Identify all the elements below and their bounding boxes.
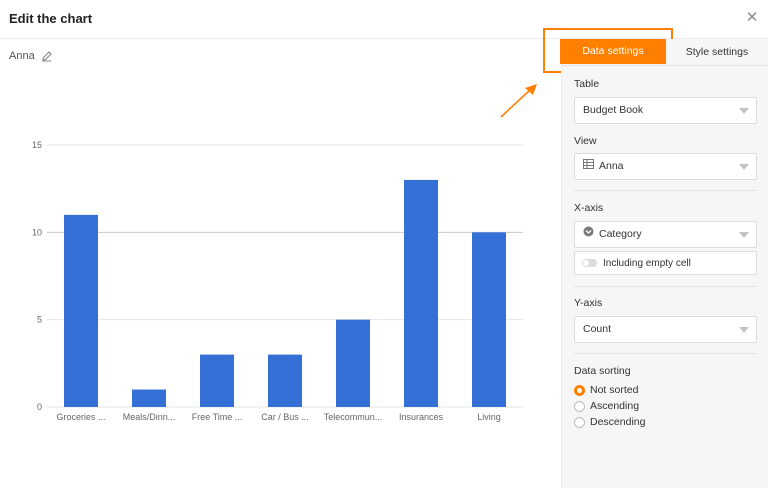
table-value: Budget Book — [583, 104, 644, 116]
x-tick-label: Groceries ... — [56, 412, 105, 422]
x-tick-label: Insurances — [399, 412, 444, 422]
x-tick-label: Free Time ... — [192, 412, 243, 422]
radio-ascending[interactable]: Ascending — [574, 400, 639, 412]
chart-name-row: Anna — [9, 50, 53, 62]
single-select-icon — [583, 222, 594, 247]
table-label: Table — [574, 78, 600, 90]
radio-label: Not sorted — [590, 384, 639, 396]
bars — [64, 179, 506, 407]
bar[interactable] — [472, 232, 506, 407]
chevron-down-icon — [739, 327, 749, 333]
x-tick-label: Telecommun... — [324, 412, 383, 422]
y-tick-label: 5 — [37, 315, 42, 325]
radio-button[interactable] — [574, 400, 585, 412]
close-icon[interactable]: ✕ — [745, 10, 759, 26]
x-tick-label: Car / Bus ... — [261, 412, 309, 422]
xaxis-value: Category — [599, 228, 642, 240]
x-tick-label: Living — [477, 412, 501, 422]
divider — [574, 286, 757, 287]
view-select[interactable]: Anna — [574, 153, 757, 180]
view-label: View — [574, 135, 597, 147]
pointer-arrow — [500, 84, 537, 118]
table-select[interactable]: Budget Book — [574, 97, 757, 124]
yaxis-select[interactable]: Count — [574, 316, 757, 343]
xaxis-select[interactable]: Category — [574, 221, 757, 248]
empty-cell-label: Including empty cell — [603, 257, 691, 269]
yaxis-value: Count — [583, 323, 612, 335]
x-tick-label: Meals/Dinn... — [123, 412, 176, 422]
chevron-down-icon — [739, 164, 749, 170]
bar[interactable] — [64, 214, 98, 407]
yaxis-label: Y-axis — [574, 297, 603, 309]
y-tick-label: 15 — [32, 140, 42, 150]
radio-button[interactable] — [574, 384, 585, 396]
tabs: Data settings Style settings — [560, 39, 768, 66]
sorting-label: Data sorting — [574, 365, 631, 377]
radio-not-sorted[interactable]: Not sorted — [574, 384, 638, 396]
tab-style-settings[interactable]: Style settings — [677, 39, 757, 66]
bar[interactable] — [336, 319, 370, 407]
empty-cell-toggle-row[interactable]: Including empty cell — [574, 251, 757, 275]
bar[interactable] — [200, 354, 234, 407]
radio-label: Descending — [590, 416, 646, 428]
bar[interactable] — [132, 389, 166, 407]
chevron-down-icon — [739, 232, 749, 238]
view-value: Anna — [599, 160, 624, 172]
bar-chart: 0 5 10 15 Groceries ... Meals/Dinn... Free Tim… — [32, 140, 523, 422]
radio-button[interactable] — [574, 416, 585, 428]
toggle-switch[interactable] — [582, 259, 597, 267]
y-tick-label: 0 — [37, 402, 42, 412]
xaxis-label: X-axis — [574, 202, 604, 214]
dialog-title: Edit the chart — [9, 11, 93, 26]
bar[interactable] — [404, 179, 438, 407]
table-grid-icon — [583, 154, 594, 179]
divider — [574, 190, 757, 191]
chart-name: Anna — [9, 50, 35, 62]
y-tick-label: 10 — [32, 227, 42, 237]
divider — [574, 353, 757, 354]
bar[interactable] — [268, 354, 302, 407]
settings-panel: Data settings Style settings Table Budge… — [560, 39, 768, 488]
tab-data-settings[interactable]: Data settings — [560, 39, 666, 64]
radio-label: Ascending — [590, 400, 640, 412]
radio-descending[interactable]: Descending — [574, 416, 645, 428]
pencil-icon[interactable] — [41, 50, 53, 62]
chevron-down-icon — [739, 108, 749, 114]
